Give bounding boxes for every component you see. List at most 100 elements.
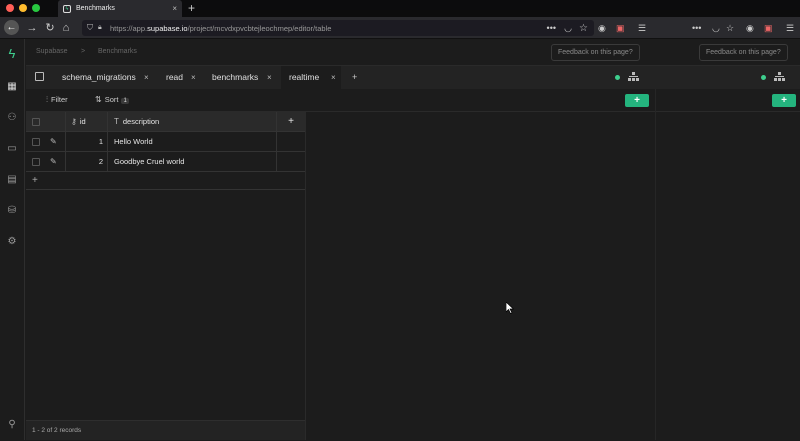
row-select-cell: ✎ xyxy=(26,152,66,171)
browser-tab-title: Benchmarks xyxy=(76,5,115,12)
tab-read[interactable]: read × xyxy=(158,66,202,89)
secondary-pane: + xyxy=(655,89,800,440)
close-icon[interactable]: × xyxy=(267,66,272,89)
tab-schema-migrations[interactable]: schema_migrations × xyxy=(54,66,156,89)
supabase-logo-icon[interactable]: ϟ xyxy=(6,47,18,60)
diagram-icon[interactable] xyxy=(628,72,639,82)
tab-label: schema_migrations xyxy=(62,72,136,82)
text-type-icon: T xyxy=(114,117,119,126)
column-label: id xyxy=(79,117,86,126)
browser-tab[interactable]: ϟ Benchmarks × xyxy=(58,0,182,17)
breadcrumb-project[interactable]: Benchmarks xyxy=(98,48,137,55)
column-header-id[interactable]: ⚷ id xyxy=(66,112,108,131)
sort-count-badge: 1 xyxy=(121,98,129,104)
pocket-icon-2[interactable]: ◡ xyxy=(712,20,720,36)
sort-button[interactable]: ⇅ Sort 1 xyxy=(95,95,129,104)
shield-icon: ⛉ xyxy=(87,23,93,32)
url-host: supabase.io xyxy=(147,23,188,33)
grid-divider xyxy=(305,112,306,440)
edit-row-icon[interactable]: ✎ xyxy=(50,132,57,151)
extension-badge-icon[interactable]: ▣ xyxy=(616,20,625,36)
bookmark-star-icon-2[interactable]: ☆ xyxy=(726,20,734,36)
add-tab-button[interactable]: + xyxy=(352,66,357,89)
feedback-button[interactable]: Feedback on this page? xyxy=(551,44,640,61)
docs-icon[interactable]: ▤ xyxy=(6,174,18,186)
minimize-window-button[interactable] xyxy=(19,4,27,12)
diagram-icon-2[interactable] xyxy=(774,72,785,82)
home-button[interactable]: ⌂ xyxy=(58,20,74,36)
table-editor-icon[interactable]: ▦ xyxy=(6,81,18,93)
cell-description[interactable]: Goodbye Cruel world xyxy=(108,152,277,171)
row-checkbox[interactable] xyxy=(32,138,40,146)
app-sidebar: ϟ ▦ ⚇ ▭ ▤ ⛁ ⚙ ⚲ xyxy=(0,39,25,440)
reload-button[interactable]: ↻ xyxy=(42,20,58,36)
browser-titlebar: ϟ Benchmarks × + xyxy=(0,0,800,17)
edit-row-icon[interactable]: ✎ xyxy=(50,152,57,171)
extension-badge-icon-2[interactable]: ▣ xyxy=(764,20,773,36)
settings-gear-icon[interactable]: ⚙ xyxy=(6,236,18,248)
tab-label: realtime xyxy=(289,72,320,82)
tab-label: benchmarks xyxy=(212,72,259,82)
close-window-button[interactable] xyxy=(6,4,14,12)
sql-editor-icon[interactable]: ▭ xyxy=(6,143,18,155)
users-icon[interactable]: ⚇ xyxy=(6,112,18,124)
extension-icon[interactable]: ◉ xyxy=(598,20,606,36)
cell-description[interactable]: Hello World xyxy=(108,132,277,151)
extension-icon-2[interactable]: ◉ xyxy=(746,20,754,36)
insert-row-button-2[interactable]: + xyxy=(772,94,796,107)
tab-label: read xyxy=(166,72,184,82)
pocket-icon[interactable]: ◡ xyxy=(564,23,572,34)
table-row: ✎ 1 Hello World xyxy=(26,132,305,152)
back-button[interactable]: ← xyxy=(4,20,19,35)
app-header: Supabase > Benchmarks Feedback on this p… xyxy=(26,39,800,66)
browser-navbar: ← → ↻ ⌂ ⛉ 🔒︎ https://app. supabase.io/pro… xyxy=(0,17,800,39)
grid-header-row: ⚷ id Tdescription + xyxy=(26,112,305,132)
row-checkbox[interactable] xyxy=(32,158,40,166)
feedback-button-2[interactable]: Feedback on this page? xyxy=(699,44,788,61)
lock-icon: 🔒︎ xyxy=(98,24,102,31)
row-select-cell: ✎ xyxy=(26,132,66,151)
close-icon[interactable]: × xyxy=(191,66,196,89)
forward-button[interactable]: → xyxy=(24,20,40,36)
cell-id[interactable]: 2 xyxy=(66,152,108,171)
page-actions-icon[interactable]: ••• xyxy=(547,23,556,33)
realtime-status-dot xyxy=(615,75,620,80)
menu-icon[interactable]: ☰ xyxy=(638,20,646,36)
supabase-favicon-icon: ϟ xyxy=(63,4,71,13)
add-row-button[interactable]: + xyxy=(26,171,305,190)
add-column-button[interactable]: + xyxy=(277,112,305,131)
empty-cell xyxy=(277,132,305,151)
select-all-checkbox[interactable] xyxy=(32,118,40,126)
column-header-description[interactable]: Tdescription xyxy=(108,112,277,131)
mouse-cursor-icon xyxy=(506,302,514,314)
close-icon[interactable]: × xyxy=(331,66,336,89)
url-prefix: https://app. xyxy=(110,23,148,33)
table-tabs-bar: schema_migrations × read × benchmarks × … xyxy=(26,66,800,89)
sidebar-toggle-icon[interactable] xyxy=(35,72,44,81)
sort-icon: ⇅ xyxy=(95,95,102,104)
empty-cell xyxy=(277,152,305,171)
filter-button[interactable]: ⫶ Filter xyxy=(46,95,68,105)
menu-icon-2[interactable]: ☰ xyxy=(786,20,794,36)
close-tab-icon[interactable]: × xyxy=(172,4,177,13)
page-actions-icon-2[interactable]: ••• xyxy=(692,20,701,36)
primary-key-icon: ⚷ xyxy=(71,117,77,126)
tab-benchmarks[interactable]: benchmarks × xyxy=(204,66,280,89)
maximize-window-button[interactable] xyxy=(32,4,40,12)
database-icon[interactable]: ⛁ xyxy=(6,205,18,217)
url-bar[interactable]: ⛉ 🔒︎ https://app. supabase.io/project/mcv… xyxy=(82,20,594,36)
bookmark-star-icon[interactable]: ☆ xyxy=(579,23,588,34)
tab-realtime[interactable]: realtime × xyxy=(281,66,341,89)
insert-row-button[interactable]: + xyxy=(625,94,649,107)
filter-label: Filter xyxy=(51,95,68,104)
cell-id[interactable]: 1 xyxy=(66,132,108,151)
breadcrumb-org[interactable]: Supabase xyxy=(36,48,68,55)
table-row: ✎ 2 Goodbye Cruel world xyxy=(26,152,305,172)
close-icon[interactable]: × xyxy=(144,66,149,89)
profile-icon[interactable]: ⚲ xyxy=(6,419,18,431)
select-all-cell xyxy=(26,112,66,131)
new-tab-button[interactable]: + xyxy=(188,0,195,17)
records-footer: 1 - 2 of 2 records xyxy=(26,420,305,440)
filter-icon: ⫶ xyxy=(46,95,48,104)
column-label: description xyxy=(122,117,160,126)
